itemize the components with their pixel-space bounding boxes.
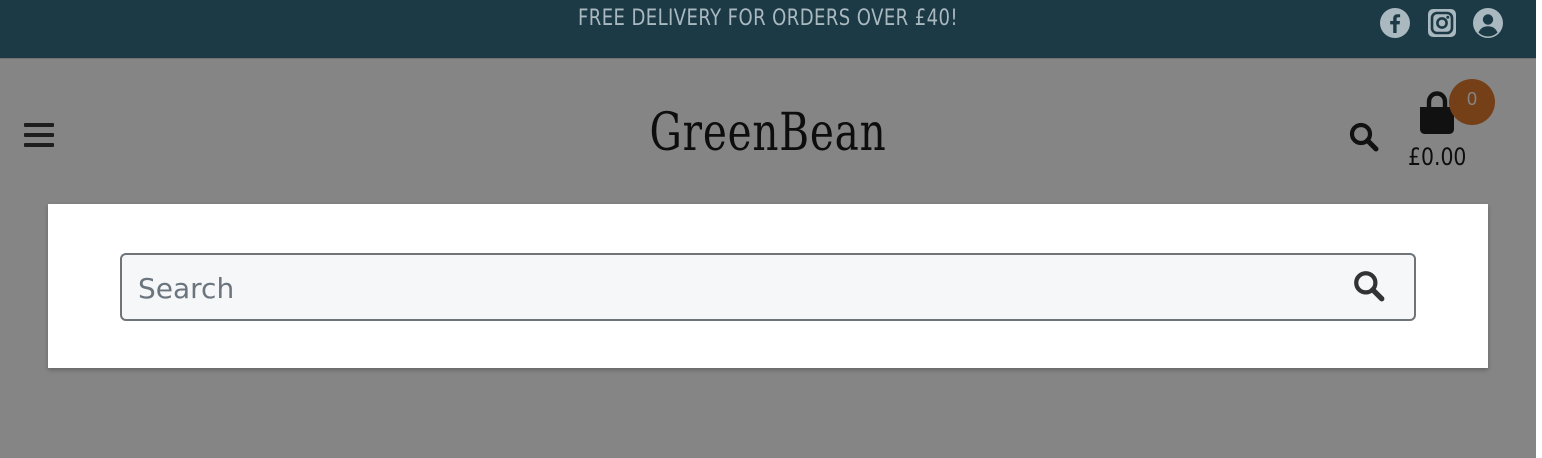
announcement-bar: FREE DELIVERY FOR ORDERS OVER £40!: [0, 0, 1536, 58]
search-modal: [48, 204, 1488, 368]
search-input[interactable]: [136, 255, 1320, 321]
account-icon[interactable]: [1472, 7, 1504, 39]
instagram-icon[interactable]: [1426, 7, 1458, 39]
free-delivery-banner: FREE DELIVERY FOR ORDERS OVER £40!: [577, 6, 959, 31]
search-field: [120, 253, 1416, 321]
scrollbar-gutter: [1536, 0, 1542, 458]
facebook-icon[interactable]: [1379, 7, 1411, 39]
search-submit-icon[interactable]: [1352, 269, 1386, 303]
page: FREE DELIVERY FOR ORDERS OVER £40! Green…: [0, 0, 1536, 458]
